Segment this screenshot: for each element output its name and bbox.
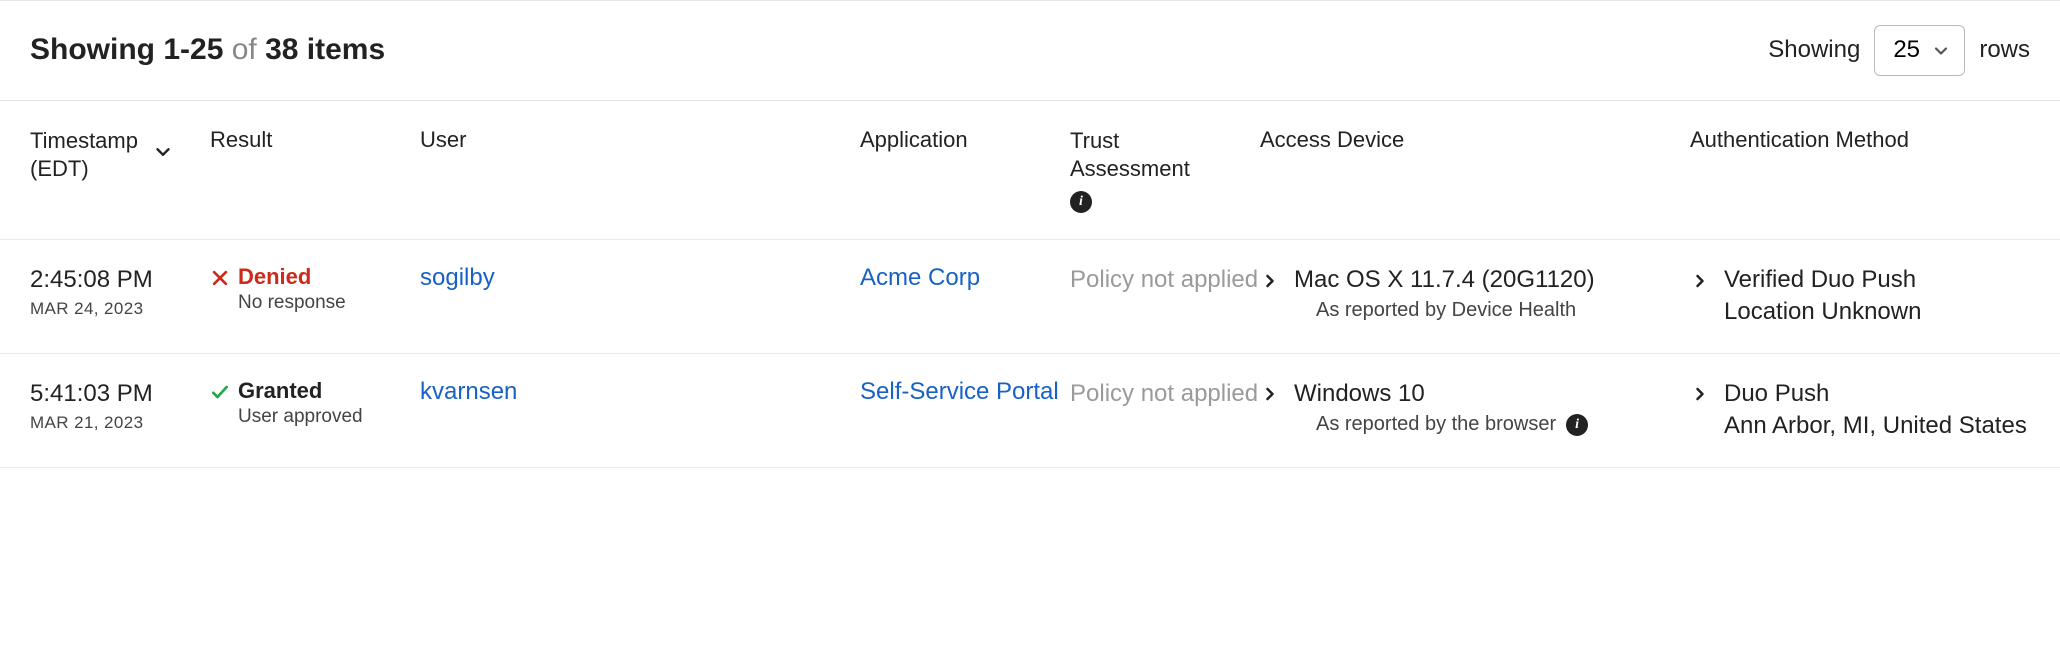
col-auth-method[interactable]: Authentication Method	[1690, 127, 2060, 153]
trust-value: Policy not applied	[1070, 264, 1260, 295]
device-sub: As reported by Device Health	[1316, 299, 1690, 322]
timestamp-time: 5:41:03 PM	[30, 378, 210, 409]
cell-application: Self-Service Portal	[860, 378, 1070, 406]
cell-application: Acme Corp	[860, 264, 1070, 292]
cell-user: sogilby	[420, 264, 860, 292]
timestamp-date: MAR 24, 2023	[30, 299, 210, 319]
rows-per-page: Showing 25 rows	[1768, 25, 2030, 76]
result-reason: User approved	[238, 406, 420, 428]
info-icon[interactable]: i	[1566, 414, 1588, 436]
count-total: 38 items	[265, 33, 385, 66]
col-trust-line1: Trust	[1070, 128, 1119, 153]
table-row: 5:41:03 PM MAR 21, 2023 Granted User app…	[0, 354, 2060, 468]
application-link[interactable]: Self-Service Portal	[860, 378, 1059, 405]
chevron-right-icon[interactable]	[1260, 382, 1280, 406]
result-reason: No response	[238, 292, 420, 314]
result-count: Showing 1-25 of 38 items	[30, 33, 385, 67]
chevron-down-icon	[152, 141, 174, 169]
cell-timestamp: 5:41:03 PM MAR 21, 2023	[30, 378, 210, 433]
table-topbar: Showing 1-25 of 38 items Showing 25 rows	[0, 1, 2060, 101]
rows-label: rows	[1979, 36, 2030, 64]
cell-access-device: Mac OS X 11.7.4 (20G1120) As reported by…	[1260, 264, 1690, 322]
showing-label: Showing	[1768, 36, 1860, 64]
count-range: 1-25	[163, 33, 223, 66]
check-icon	[210, 378, 230, 404]
chevron-right-icon[interactable]	[1690, 268, 1710, 292]
x-icon	[210, 264, 230, 290]
cell-result: Granted User approved	[210, 378, 420, 428]
timestamp-time: 2:45:08 PM	[30, 264, 210, 295]
auth-log-table: Showing 1-25 of 38 items Showing 25 rows…	[0, 0, 2060, 468]
auth-location: Ann Arbor, MI, United States	[1724, 412, 2027, 439]
result-status: Denied	[238, 264, 311, 290]
auth-method: Duo Push	[1724, 380, 1829, 407]
timestamp-date: MAR 21, 2023	[30, 413, 210, 433]
user-link[interactable]: sogilby	[420, 264, 495, 291]
user-link[interactable]: kvarnsen	[420, 378, 517, 405]
col-timestamp[interactable]: Timestamp (EDT)	[30, 127, 210, 184]
chevron-right-icon[interactable]	[1690, 382, 1710, 406]
result-status: Granted	[238, 378, 322, 404]
cell-access-device: Windows 10 As reported by the browser i	[1260, 378, 1690, 436]
device-sub: As reported by the browser	[1316, 413, 1556, 436]
auth-location: Location Unknown	[1724, 298, 1921, 325]
cell-auth-method: Verified Duo Push Location Unknown	[1690, 264, 2060, 329]
col-trust-line2: Assessment	[1070, 156, 1190, 181]
col-timestamp-line1: Timestamp	[30, 128, 138, 153]
rows-select[interactable]: 25	[1874, 25, 1965, 76]
cell-auth-method: Duo Push Ann Arbor, MI, United States	[1690, 378, 2060, 443]
cell-trust: Policy not applied	[1070, 264, 1260, 295]
cell-timestamp: 2:45:08 PM MAR 24, 2023	[30, 264, 210, 319]
col-trust[interactable]: Trust Assessment i	[1070, 127, 1260, 213]
cell-trust: Policy not applied	[1070, 378, 1260, 409]
device-main: Mac OS X 11.7.4 (20G1120)	[1294, 264, 1690, 295]
col-user[interactable]: User	[420, 127, 860, 153]
cell-user: kvarnsen	[420, 378, 860, 406]
cell-result: Denied No response	[210, 264, 420, 314]
col-result[interactable]: Result	[210, 127, 420, 153]
trust-value: Policy not applied	[1070, 378, 1260, 409]
table-header: Timestamp (EDT) Result User Application …	[0, 101, 2060, 240]
chevron-right-icon[interactable]	[1260, 268, 1280, 292]
col-access-device[interactable]: Access Device	[1260, 127, 1690, 153]
table-row: 2:45:08 PM MAR 24, 2023 Denied No respon…	[0, 240, 2060, 354]
application-link[interactable]: Acme Corp	[860, 264, 980, 291]
count-of: of	[223, 33, 265, 66]
count-prefix: Showing	[30, 33, 163, 66]
device-main: Windows 10	[1294, 378, 1690, 409]
info-icon[interactable]: i	[1070, 191, 1092, 213]
auth-method: Verified Duo Push	[1724, 266, 1916, 293]
col-timestamp-line2: (EDT)	[30, 156, 89, 181]
col-application[interactable]: Application	[860, 127, 1070, 153]
